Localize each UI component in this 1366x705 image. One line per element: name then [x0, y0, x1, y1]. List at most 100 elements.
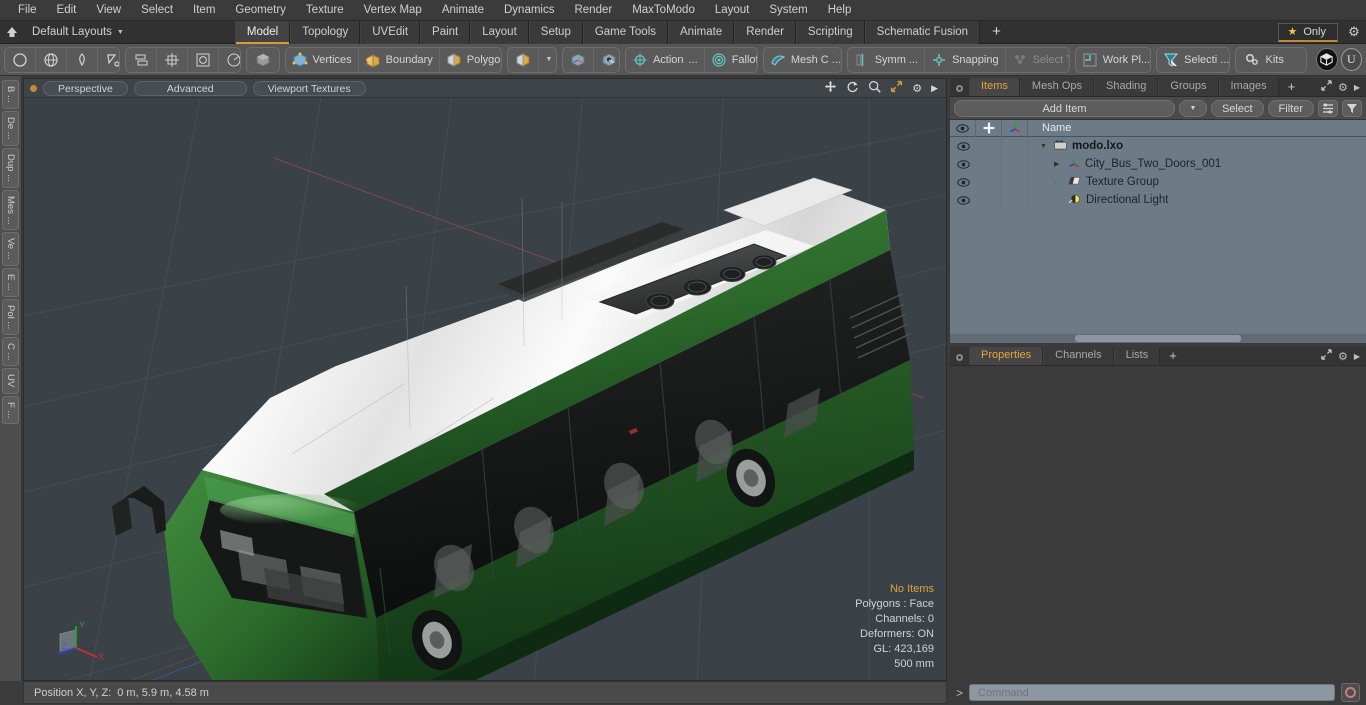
table-row[interactable]: · Texture Group	[950, 173, 1366, 191]
row-transform-cell[interactable]	[1002, 173, 1028, 191]
item-mode-button[interactable]	[245, 46, 280, 73]
circle-icon[interactable]	[5, 47, 36, 72]
table-row[interactable]: ▼ modo.lxo	[950, 137, 1366, 155]
menu-item-select[interactable]: Select	[131, 2, 183, 18]
frame-icon[interactable]	[188, 47, 219, 72]
viewport-3d[interactable]: Perspective Advanced Viewport Textures ⚙…	[23, 78, 947, 681]
menu-item-animate[interactable]: Animate	[432, 2, 494, 18]
row-lock-cell[interactable]	[976, 137, 1002, 155]
row-transform-cell[interactable]	[1002, 191, 1028, 209]
gear-icon[interactable]: ⚙	[1342, 24, 1366, 40]
rail-tab-duplicate[interactable]: Dup ...	[2, 147, 19, 188]
tab-animate[interactable]: Animate	[668, 20, 735, 44]
tab-layout[interactable]: Layout	[470, 20, 529, 44]
rail-tab-deform[interactable]: De ...	[2, 110, 19, 146]
tab-uvedit[interactable]: UVEdit	[360, 20, 421, 44]
viewport-textures-dropdown[interactable]: Viewport Textures	[252, 80, 366, 96]
only-toggle-button[interactable]: ★ Only	[1277, 22, 1338, 42]
menu-item-vertex-map[interactable]: Vertex Map	[354, 2, 432, 18]
tab-render[interactable]: Render	[734, 20, 796, 44]
menu-item-render[interactable]: Render	[564, 2, 622, 18]
menu-item-texture[interactable]: Texture	[296, 2, 354, 18]
list-options-icon[interactable]	[1318, 99, 1338, 117]
menu-item-geometry[interactable]: Geometry	[225, 2, 296, 18]
tab-game-tools[interactable]: Game Tools	[582, 20, 668, 44]
menu-item-edit[interactable]: Edit	[47, 2, 87, 18]
row-visibility-eye-icon[interactable]	[950, 177, 976, 187]
row-transform-cell[interactable]	[1002, 137, 1028, 155]
menu-item-maxtomodo[interactable]: MaxToModo	[622, 2, 705, 18]
tab-paint[interactable]: Paint	[420, 20, 471, 44]
add-item-chevron-down-icon[interactable]: ▼	[1178, 99, 1207, 117]
tab-model[interactable]: Model	[234, 20, 291, 44]
kits-button[interactable]: Kits	[1236, 48, 1306, 72]
work-plane-button[interactable]: Work Pl...	[1076, 48, 1150, 72]
expand-icon[interactable]	[1321, 349, 1332, 363]
modo-cube-icon[interactable]	[1316, 48, 1338, 71]
panel-menu-dot-icon[interactable]	[956, 85, 963, 92]
rotate-icon[interactable]	[846, 80, 859, 96]
tab-shading[interactable]: Shading	[1094, 78, 1159, 96]
gear-icon[interactable]: ⚙	[1338, 350, 1348, 363]
tab-items[interactable]: Items	[969, 78, 1020, 96]
chevron-right-icon[interactable]: ▶	[1354, 352, 1360, 361]
tab-schematic-fusion[interactable]: Schematic Fusion	[864, 20, 981, 44]
column-lock-plus-icon[interactable]	[976, 119, 1002, 137]
radial-icon[interactable]	[219, 48, 240, 72]
axis-gizmo-a-icon[interactable]	[563, 47, 594, 72]
tab-groups[interactable]: Groups	[1158, 78, 1219, 96]
viewport-projection-dropdown[interactable]: Perspective	[43, 80, 128, 96]
menu-item-dynamics[interactable]: Dynamics	[494, 2, 564, 18]
play-icon[interactable]: ▶	[931, 83, 938, 94]
add-item-button[interactable]: Add Item	[954, 99, 1175, 117]
menu-item-help[interactable]: Help	[818, 2, 862, 18]
filter-button[interactable]: Filter	[1267, 99, 1314, 117]
viewport-canvas[interactable]: Y X Z No Items Polygons : Face Channels:…	[24, 98, 946, 680]
zoom-icon[interactable]	[868, 80, 881, 96]
pen-icon[interactable]	[67, 47, 98, 72]
boundary-button[interactable]: Boundary	[359, 47, 440, 72]
rail-tab-basic[interactable]: B ...	[2, 80, 19, 109]
expand-triangle-down-icon[interactable]: ▼	[1040, 143, 1049, 150]
tab-mesh-ops[interactable]: Mesh Ops	[1019, 78, 1095, 96]
tab-properties[interactable]: Properties	[969, 347, 1044, 365]
tab-setup[interactable]: Setup	[528, 20, 583, 44]
symmetry-button[interactable]: Symm ...	[848, 47, 926, 72]
funnel-icon[interactable]	[1342, 99, 1362, 117]
home-icon[interactable]	[0, 22, 24, 43]
menu-item-file[interactable]: File	[8, 2, 47, 18]
row-lock-cell[interactable]	[976, 173, 1002, 191]
rail-tab-mesh-edit[interactable]: Mes ...	[2, 189, 19, 231]
default-layouts-dropdown[interactable]: Default Layouts ▼	[24, 26, 132, 38]
rail-tab-edge[interactable]: E ...	[2, 267, 19, 297]
unreal-icon[interactable]: U	[1340, 48, 1362, 71]
vertices-button[interactable]: Vertices	[286, 47, 359, 72]
row-visibility-eye-icon[interactable]	[950, 141, 976, 151]
cut-icon[interactable]	[98, 48, 119, 72]
viewport-menu-dot-icon[interactable]	[30, 84, 37, 92]
globe-icon[interactable]	[36, 47, 67, 72]
select-through-button[interactable]: Select T...	[1006, 48, 1069, 72]
menu-item-system[interactable]: System	[759, 2, 817, 18]
tab-topology[interactable]: Topology	[290, 20, 361, 44]
add-panel-tab-button[interactable]: +	[1279, 78, 1305, 96]
items-tree-scrollbar[interactable]	[950, 334, 1366, 343]
select-button[interactable]: Select	[1210, 99, 1264, 117]
add-layout-tab-button[interactable]: +	[980, 21, 1013, 44]
rail-tab-curve[interactable]: C ...	[2, 336, 19, 367]
gear-icon[interactable]: ⚙	[912, 82, 922, 95]
command-input[interactable]	[969, 684, 1335, 701]
tab-scripting[interactable]: Scripting	[795, 20, 865, 44]
table-row[interactable]: ▶ City_Bus_Two_Doors_001	[950, 155, 1366, 173]
rail-tab-polygon[interactable]: Pol ...	[2, 298, 19, 335]
expand-icon[interactable]	[1321, 80, 1332, 94]
row-lock-cell[interactable]	[976, 191, 1002, 209]
cube-orange-icon[interactable]	[508, 47, 539, 72]
center-align-icon[interactable]	[157, 47, 188, 72]
column-eye-icon[interactable]	[950, 119, 976, 137]
column-axis-icon[interactable]	[1002, 119, 1028, 137]
chevron-right-icon[interactable]: ▶	[1354, 83, 1360, 92]
axis-gizmo-b-icon[interactable]	[594, 48, 619, 72]
record-icon[interactable]	[1341, 683, 1360, 702]
mesh-constraint-button[interactable]: Mesh C ...	[764, 48, 841, 72]
